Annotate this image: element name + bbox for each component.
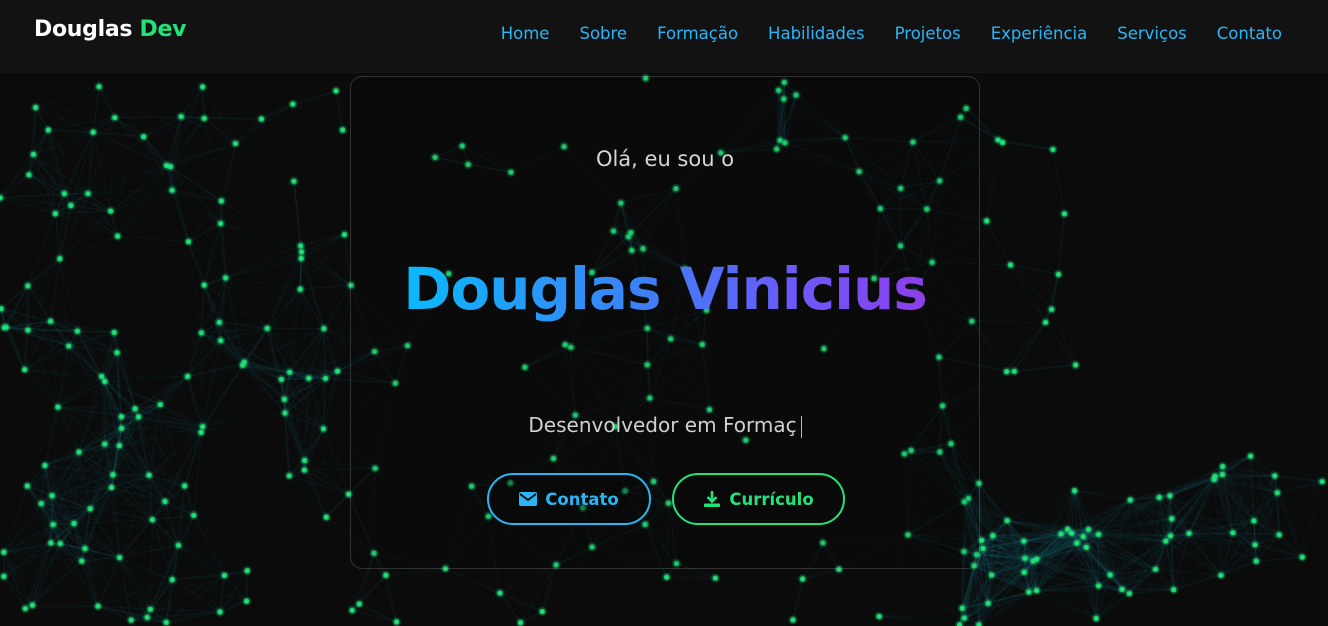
resume-button-label: Currículo <box>729 489 814 509</box>
hero-name: Douglas Vinicius <box>351 255 979 323</box>
contact-button[interactable]: Contato <box>487 473 651 525</box>
nav-servicos-link[interactable]: Serviços <box>1117 24 1187 43</box>
nav-formacao-link[interactable]: Formação <box>657 24 738 43</box>
nav-home-link[interactable]: Home <box>501 24 550 43</box>
contact-button-label: Contato <box>545 489 619 509</box>
envelope-icon <box>519 492 538 506</box>
nav-sobre-link[interactable]: Sobre <box>579 24 627 43</box>
brand-accent: Dev <box>139 17 187 42</box>
hero-card: Olá, eu sou o Douglas Vinicius Desenvolv… <box>350 76 980 569</box>
nav-links: Home Sobre Formação Habilidades Projetos… <box>471 24 1282 43</box>
nav-habilidades-link[interactable]: Habilidades <box>768 24 865 43</box>
nav-experiencia-link[interactable]: Experiência <box>991 24 1088 43</box>
navbar: Douglas Dev Home Sobre Formação Habilida… <box>0 0 1328 72</box>
hero-subtitle-text: Desenvolvedor em Formaç <box>528 413 797 437</box>
nav-projetos-link[interactable]: Projetos <box>895 24 961 43</box>
nav-contato-link[interactable]: Contato <box>1217 24 1282 43</box>
typing-cursor <box>800 415 802 438</box>
download-icon <box>703 490 721 508</box>
hero-greeting: Olá, eu sou o <box>595 147 735 171</box>
brand-name: Douglas <box>34 17 133 42</box>
resume-download-button[interactable]: Currículo <box>672 473 845 525</box>
hero-subtitle: Desenvolvedor em Formaç <box>351 413 979 438</box>
brand-logo[interactable]: Douglas Dev <box>34 17 186 42</box>
